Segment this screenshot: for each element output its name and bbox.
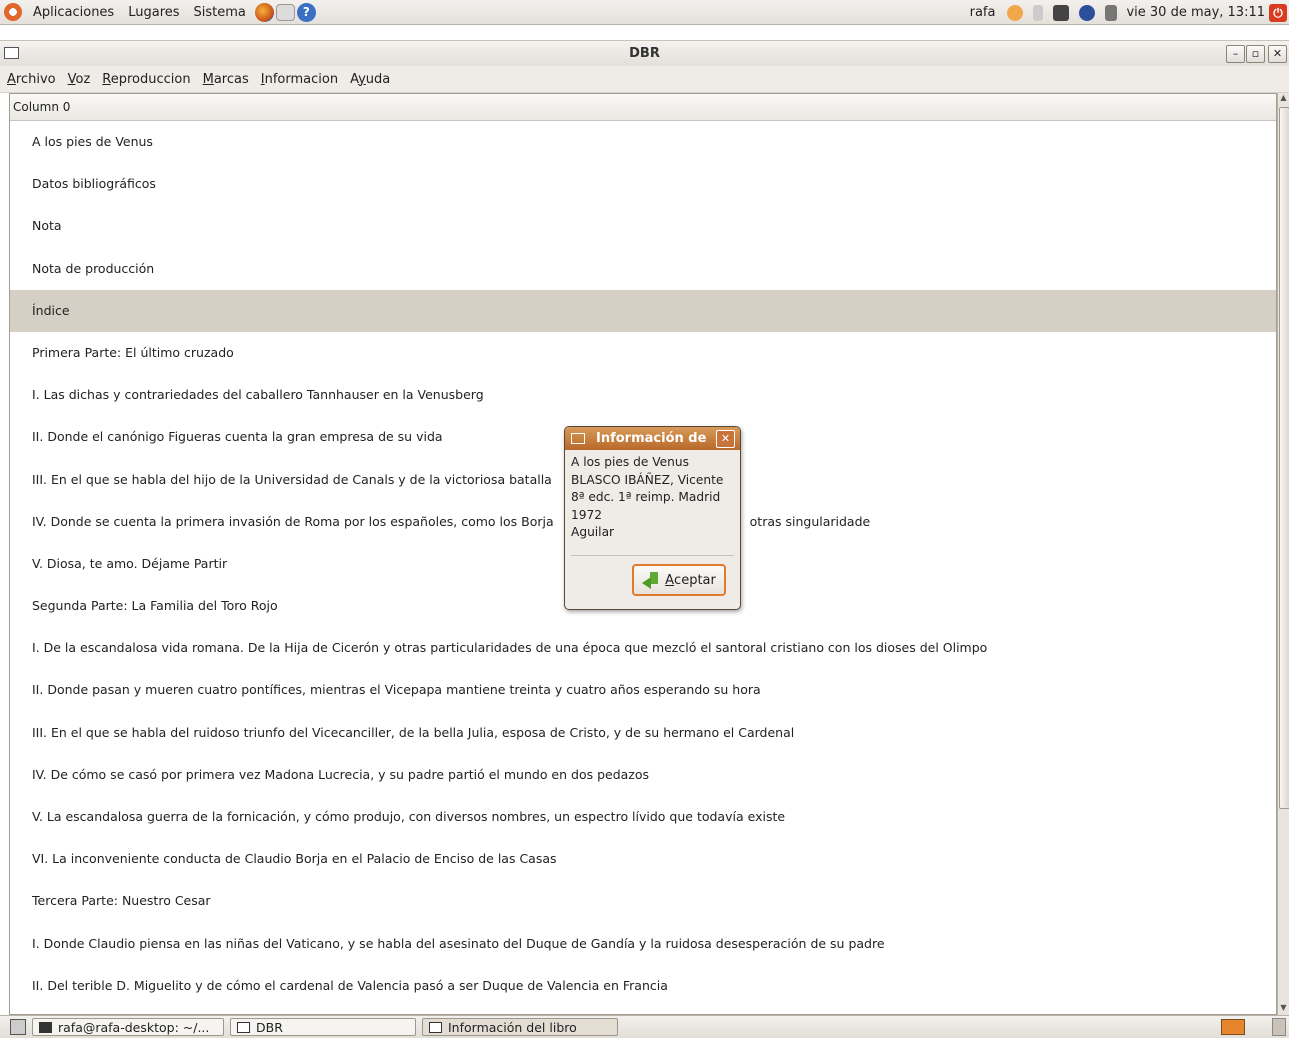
menu-reproduccion[interactable]: Reproduccion <box>97 72 195 87</box>
column-header[interactable]: Column 0 <box>10 94 1276 121</box>
terminal-icon <box>39 1021 52 1033</box>
list-item[interactable]: II. Donde pasan y mueren cuatro pontífic… <box>10 669 1276 711</box>
menu-marcas[interactable]: Marcas <box>198 72 254 87</box>
maximize-button[interactable]: ▫ <box>1246 45 1265 63</box>
accept-arrow-icon <box>642 572 662 589</box>
dialog-body: A los pies de Venus BLASCO IBÁÑEZ, Vicen… <box>565 450 740 542</box>
taskbar-item-dbr[interactable]: DBR <box>230 1018 416 1036</box>
list-item-label: V. La escandalosa guerra de la fornicaci… <box>32 809 786 824</box>
list-item[interactable]: I. Las dichas y contrariedades del cabal… <box>10 374 1276 416</box>
list-item-label: Tercera Parte: Nuestro Cesar <box>32 893 211 909</box>
help-icon[interactable]: ? <box>296 2 316 22</box>
list-item-label: IV. Donde se cuenta la primera invasión … <box>32 513 554 529</box>
menubar: Archivo Voz Reproduccion Marcas Informac… <box>0 66 1289 93</box>
book-year: 1972 <box>571 507 603 522</box>
list-item-label: IV. De cómo se casó por primera vez Mado… <box>32 766 650 782</box>
list-item-label: Primera Parte: El último cruzado <box>32 344 234 360</box>
list-item[interactable]: Tercera Parte: Nuestro Cesar <box>10 880 1276 922</box>
vertical-scrollbar[interactable]: ▲ ▼ <box>1277 93 1289 1015</box>
dialog-titlebar[interactable]: Información de ✕ <box>565 427 740 450</box>
dialog-window-icon[interactable] <box>571 433 585 444</box>
scroll-down-arrow-icon[interactable]: ▼ <box>1278 1003 1289 1015</box>
list-item[interactable]: V. La escandalosa guerra de la fornicaci… <box>10 796 1276 838</box>
firefox-icon[interactable] <box>254 2 274 22</box>
list-item-label: III. En el que se habla del hijo de la U… <box>32 471 552 487</box>
network-icon[interactable] <box>1053 4 1070 21</box>
list-item-label: II. Donde pasan y mueren cuatro pontífic… <box>32 682 761 698</box>
panel-menu-system[interactable]: Sistema <box>187 5 253 20</box>
book-title: A los pies de Venus <box>571 455 689 469</box>
menu-voz[interactable]: Voz <box>63 72 96 87</box>
list-item-label: III. En el que se habla del ruidoso triu… <box>32 724 795 740</box>
applications-menu-launcher[interactable] <box>4 3 26 21</box>
show-desktop-icon[interactable] <box>10 1019 26 1035</box>
list-item-label: I. De la escandalosa vida romana. De la … <box>32 640 988 656</box>
list-item-label: I. Donde Claudio piensa en las niñas del… <box>32 935 885 951</box>
menu-informacion[interactable]: Informacion <box>256 72 343 87</box>
list-item[interactable]: Índice <box>10 289 1276 332</box>
menu-archivo[interactable]: Archivo <box>2 72 61 87</box>
dialog-close-icon[interactable]: ✕ <box>716 430 735 448</box>
close-button[interactable]: ✕ <box>1268 45 1287 63</box>
bottom-panel: rafa@rafa-desktop: ~/... DBR Información… <box>0 1015 1289 1038</box>
panel-menu-places[interactable]: Lugares <box>121 5 186 20</box>
panel-menu-applications[interactable]: Aplicaciones <box>26 5 121 20</box>
book-author: BLASCO IBÁÑEZ, Vicente <box>571 472 724 487</box>
book-info-dialog: Información de ✕ A los pies de Venus BLA… <box>564 426 741 610</box>
list-item-label: VI. La inconveniente conducta de Claudio… <box>32 851 557 867</box>
top-panel: Aplicaciones Lugares Sistema ? rafa vie … <box>0 0 1289 25</box>
list-item-label: Nota de producción <box>32 260 155 276</box>
list-item-label: Nota <box>32 218 62 234</box>
menu-ayuda[interactable]: Ayuda <box>345 72 395 87</box>
ubuntu-logo-icon <box>4 3 22 21</box>
clock[interactable]: vie 30 de may, 13:11 <box>1122 5 1269 20</box>
user-switcher[interactable]: rafa <box>963 5 1003 20</box>
power-icon[interactable]: ⏻ <box>1269 3 1287 22</box>
book-edition: 8ª edc. 1ª reimp. Madrid <box>571 490 721 504</box>
window-title: DBR <box>629 46 660 61</box>
list-item[interactable]: A los pies de Venus <box>10 121 1276 163</box>
scroll-thumb[interactable] <box>1279 107 1289 809</box>
list-item-label: A los pies de Venus <box>32 134 153 149</box>
panel-separator-handle <box>1033 4 1044 21</box>
list-item-label: Datos bibliográficos <box>32 176 156 192</box>
list-item-label: Índice <box>32 302 70 318</box>
dialog-title: Información de <box>596 431 707 446</box>
trash-icon[interactable] <box>1272 1018 1286 1036</box>
list-item[interactable]: I. De la escandalosa vida romana. De la … <box>10 627 1276 669</box>
minimize-button[interactable]: – <box>1226 45 1245 63</box>
list-item-label-tail: otras singularidade <box>749 513 871 529</box>
list-item-label: I. Las dichas y contrariedades del cabal… <box>32 387 484 403</box>
list-item[interactable]: III. En el que se habla del ruidoso triu… <box>10 712 1276 754</box>
list-item-label: Segunda Parte: La Familia del Toro Rojo <box>32 598 278 614</box>
bluetooth-icon[interactable] <box>1079 4 1096 21</box>
dialog-separator <box>571 555 734 556</box>
list-item[interactable]: II. Del terible D. Miguelito y de cómo e… <box>10 965 1276 1007</box>
list-item[interactable]: VI. La inconveniente conducta de Claudio… <box>10 838 1276 880</box>
workspace-switcher[interactable] <box>1221 1019 1245 1035</box>
window-icon <box>237 1021 250 1033</box>
list-item[interactable]: Datos bibliográficos <box>10 163 1276 205</box>
scroll-up-arrow-icon[interactable]: ▲ <box>1278 93 1289 105</box>
list-item[interactable]: Nota de producción <box>10 248 1276 290</box>
taskbar-item-book-info[interactable]: Información del libro <box>422 1018 618 1036</box>
list-item-label: II. Donde el canónigo Figueras cuenta la… <box>32 429 443 445</box>
update-notifier-icon[interactable] <box>1007 4 1024 21</box>
mail-icon[interactable] <box>275 3 295 21</box>
window-titlebar[interactable]: DBR – ▫ ✕ <box>0 40 1289 66</box>
list-item-label: V. Diosa, te amo. Déjame Partir <box>32 555 228 571</box>
list-item[interactable]: Primera Parte: El último cruzado <box>10 332 1276 374</box>
window-icon <box>429 1021 442 1033</box>
list-item[interactable]: I. Donde Claudio piensa en las niñas del… <box>10 923 1276 965</box>
volume-icon[interactable] <box>1105 4 1118 21</box>
list-item[interactable]: IV. De cómo se casó por primera vez Mado… <box>10 754 1276 796</box>
list-item[interactable]: Nota <box>10 205 1276 247</box>
book-publisher: Aguilar <box>571 525 615 539</box>
accept-button[interactable]: Aceptar <box>632 564 726 596</box>
list-item-label: II. Del terible D. Miguelito y de cómo e… <box>32 977 668 993</box>
taskbar-item-terminal[interactable]: rafa@rafa-desktop: ~/... <box>32 1018 224 1036</box>
